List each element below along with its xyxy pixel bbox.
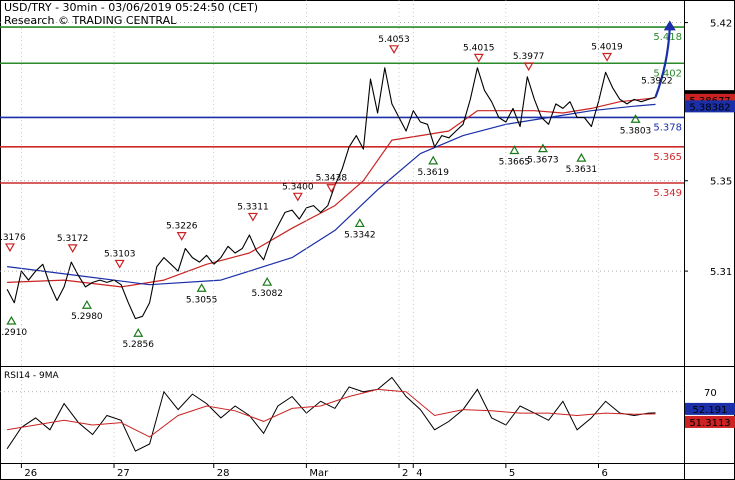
low-label: 5.3803 — [620, 126, 652, 136]
high-label: 5.3176 — [0, 233, 26, 243]
rsi-tag-label: 52.191 — [693, 405, 728, 416]
forecast-arrowhead — [663, 20, 676, 31]
low-marker — [630, 114, 641, 123]
x-tick-label: 26 — [24, 468, 37, 479]
low-label: 5.3342 — [344, 230, 376, 240]
x-tick-label: 2 — [402, 468, 408, 479]
level-label-pivot: 5.378 — [653, 122, 682, 133]
high-label: 5.3172 — [57, 234, 89, 244]
price-chart: 5.4185.4025.3785.3655.349 5.31765.31725.… — [0, 0, 735, 480]
price-tag-label: 5.38382 — [689, 102, 730, 113]
x-tick-label: 6 — [602, 468, 608, 479]
low-marker — [576, 152, 587, 162]
price-label: 5.3922 — [641, 76, 673, 86]
high-marker — [473, 53, 484, 63]
high-label: 5.3311 — [237, 202, 269, 212]
low-label: 5.2910 — [0, 328, 27, 338]
low-label: 5.3082 — [251, 289, 283, 299]
rsi-panel-label: RSI14 - 9MA — [4, 371, 60, 381]
low-label: 5.2856 — [122, 340, 154, 350]
x-tick-label: 28 — [217, 468, 230, 479]
rsi-series-rsi-ma — [7, 388, 656, 438]
low-marker — [428, 155, 439, 165]
low-label: 5.3665 — [499, 157, 531, 167]
x-tick-label: 27 — [117, 468, 130, 479]
high-label: 5.3977 — [513, 52, 545, 62]
high-marker — [4, 243, 16, 253]
low-marker — [6, 315, 17, 325]
high-label: 5.3400 — [282, 182, 314, 192]
high-marker — [388, 45, 400, 55]
high-label: 5.4053 — [378, 35, 410, 45]
series-price — [6, 67, 656, 320]
high-label: 5.4015 — [463, 43, 495, 53]
research-credit: Research © TRADING CENTRAL — [4, 14, 177, 27]
high-marker — [114, 259, 125, 269]
high-marker — [247, 212, 258, 222]
high-marker — [292, 192, 303, 202]
high-marker — [176, 232, 187, 241]
high-marker — [67, 244, 78, 254]
low-marker — [354, 218, 365, 228]
chart-title: USD/TRY - 30min - 03/06/2019 05:24:50 (C… — [4, 1, 258, 14]
low-marker — [196, 283, 207, 292]
rsi-tag-label: 51.3113 — [689, 418, 730, 429]
low-label: 5.2980 — [71, 312, 103, 322]
low-marker — [133, 328, 144, 337]
high-label: 5.3226 — [166, 222, 198, 232]
high-label: 5.4019 — [591, 42, 623, 52]
low-label: 5.3631 — [566, 165, 598, 175]
x-tick-label: 5 — [509, 468, 515, 479]
high-marker — [602, 52, 613, 62]
level-label-support-2: 5.349 — [653, 188, 682, 199]
price-tick-label: 5.31 — [710, 267, 732, 278]
level-label-support-1: 5.365 — [653, 152, 682, 163]
low-label: 5.3055 — [186, 295, 218, 305]
rsi-level-label: 70 — [704, 388, 717, 399]
x-tick-label: 4 — [416, 468, 422, 479]
low-marker — [262, 276, 273, 286]
high-label: 5.3103 — [104, 249, 136, 259]
x-tick-label: Mar — [309, 468, 329, 479]
low-label: 5.3673 — [527, 156, 559, 166]
low-marker — [537, 143, 548, 153]
price-tick-label: 5.42 — [710, 19, 732, 30]
price-tick-label: 5.35 — [710, 177, 732, 188]
low-label: 5.3619 — [417, 168, 449, 178]
low-marker — [81, 300, 92, 309]
high-label: 5.3438 — [316, 174, 348, 184]
